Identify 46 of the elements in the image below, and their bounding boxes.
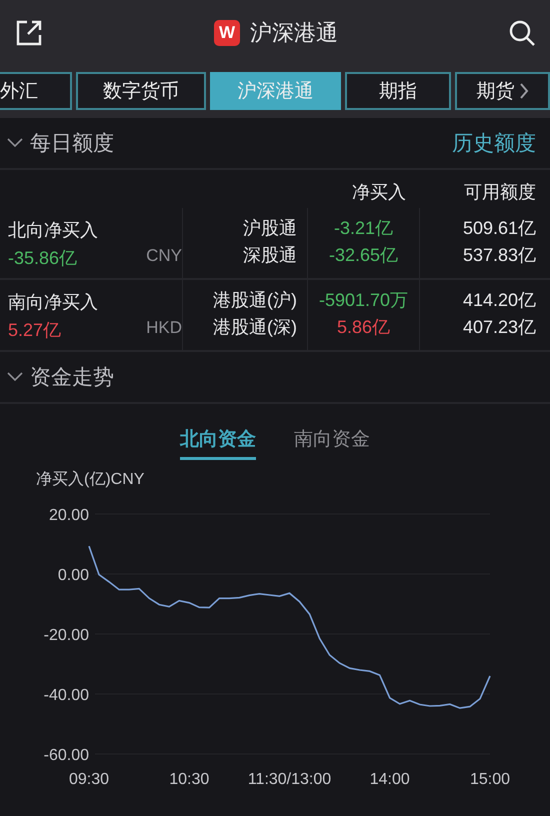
chevron-down-icon[interactable] (6, 137, 24, 149)
x-tick-label: 09:30 (68, 771, 110, 788)
search-icon[interactable] (508, 18, 536, 46)
flow-value: -35.86亿 (8, 247, 78, 270)
flow-tab[interactable]: 南向资金 (294, 422, 370, 460)
section-title: 资金走势 (30, 365, 114, 391)
channel-name: 港股通(沪) (212, 288, 298, 312)
available-quota-value: 509.61亿 (462, 216, 537, 240)
net-buy-value: -3.21亿 (332, 216, 394, 240)
flow-label: 南向净买入 (8, 291, 99, 314)
y-tick-label: -20.00 (44, 627, 89, 644)
category-tab[interactable]: 数字货币 (76, 72, 206, 110)
axis-title: 净买入(亿)CNY (36, 471, 144, 488)
y-tick-label: 0.00 (58, 567, 89, 584)
history-quota-link[interactable]: 历史额度 (452, 129, 536, 157)
channel-name: 深股通 (242, 244, 298, 266)
available-quota-value: 407.23亿 (462, 316, 537, 338)
flow-label: 北向净买入 (8, 219, 99, 242)
category-tab[interactable]: 期指 (345, 72, 451, 110)
x-tick-label: 10:30 (169, 771, 210, 788)
available-quota-value: 414.20亿 (462, 288, 537, 312)
currency-label: CNY (146, 246, 182, 267)
category-tab[interactable]: 期货 (455, 72, 550, 110)
channel-name: 沪股通 (242, 216, 298, 240)
column-header: 净买入 (351, 181, 407, 204)
section-title: 每日额度 (30, 131, 114, 157)
y-tick-label: 20.00 (48, 507, 89, 524)
flow-tab[interactable]: 北向资金 (180, 422, 256, 460)
x-tick-label: 11:30/13:00 (248, 771, 332, 788)
flow-value: 5.27亿 (8, 319, 62, 342)
net-buy-value: -5901.70万 (318, 288, 410, 312)
net-buy-value: -32.65亿 (328, 244, 400, 266)
column-header: 可用额度 (463, 181, 537, 204)
y-tick-label: -60.00 (44, 747, 89, 764)
x-tick-label: 15:00 (470, 771, 510, 788)
currency-label: HKD (146, 318, 182, 339)
category-tab[interactable]: 外汇 (0, 72, 72, 110)
chevron-right-icon[interactable] (518, 82, 528, 100)
x-tick-label: 14:00 (370, 771, 410, 788)
chevron-down-icon[interactable] (6, 371, 24, 383)
page-title: 沪深港通 (250, 18, 338, 46)
app-logo: W (214, 20, 240, 46)
y-tick-label: -40.00 (44, 687, 89, 704)
channel-name: 港股通(深) (212, 316, 298, 338)
net-buy-value: 5.86亿 (336, 316, 392, 338)
available-quota-value: 537.83亿 (462, 244, 537, 266)
